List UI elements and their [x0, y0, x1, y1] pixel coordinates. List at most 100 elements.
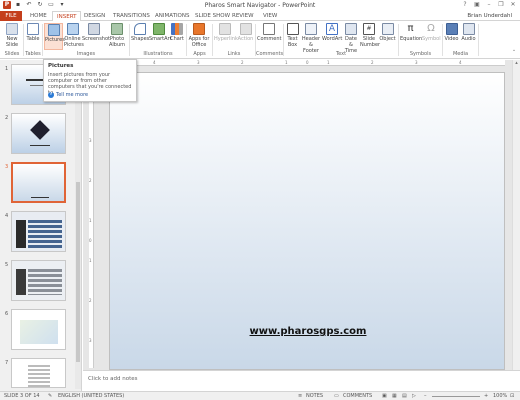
- collapse-ribbon-icon[interactable]: ˄: [511, 50, 517, 56]
- tell-me-more-link[interactable]: ? Tell me more: [48, 92, 88, 98]
- normal-view-icon[interactable]: ▣: [382, 393, 387, 399]
- slide-url-text[interactable]: www.pharosgps.com: [110, 326, 506, 337]
- comments-toggle-icon[interactable]: ▭: [334, 393, 339, 399]
- editor-vertical-scrollbar[interactable]: ▴: [512, 60, 520, 370]
- thumbnail-list-rows: [28, 269, 62, 295]
- restore-icon[interactable]: ❐: [496, 0, 506, 9]
- comments-toggle[interactable]: COMMENTS: [343, 393, 372, 399]
- new-slide-button[interactable]: New Slide: [3, 23, 21, 48]
- screenshot-button[interactable]: Screenshot: [82, 23, 110, 42]
- tab-review[interactable]: REVIEW: [228, 11, 258, 21]
- notes-pane[interactable]: Click to add notes: [83, 370, 520, 390]
- slide-sorter-icon[interactable]: ▦: [392, 393, 397, 399]
- smartart-button[interactable]: SmartArt: [149, 23, 172, 42]
- thumbnail-scroll-thumb[interactable]: [76, 182, 80, 362]
- hyperlink-button[interactable]: Hyperlink: [214, 23, 238, 42]
- horizontal-ruler: 4 3 2 1 0 1 2 3 4: [109, 60, 505, 66]
- date-time-button[interactable]: Date & Time: [343, 23, 359, 54]
- reading-view-icon[interactable]: ▤: [402, 393, 407, 399]
- scroll-up-icon[interactable]: ▴: [513, 60, 520, 66]
- notes-toggle-icon[interactable]: ≡: [298, 393, 302, 399]
- tab-transitions[interactable]: TRANSITIONS: [109, 11, 154, 21]
- chart-button[interactable]: Chart: [170, 23, 184, 42]
- slide-number-button[interactable]: # Slide Number: [360, 23, 380, 48]
- tab-file[interactable]: FILE: [0, 11, 22, 21]
- ruler-tick: 2: [89, 178, 92, 183]
- spellcheck-icon[interactable]: ✎: [48, 393, 52, 399]
- online-pictures-icon: [66, 23, 79, 35]
- ruler-tick: 2: [371, 60, 374, 65]
- notes-placeholder[interactable]: Click to add notes: [88, 376, 137, 382]
- slide-show-view-icon[interactable]: ▷: [412, 393, 416, 399]
- table-button[interactable]: Table: [25, 23, 41, 42]
- slide-thumbnail[interactable]: [11, 358, 66, 388]
- zoom-out-icon[interactable]: –: [424, 393, 427, 399]
- ruler-tick: 2: [89, 298, 92, 303]
- slide-thumbnail[interactable]: [11, 211, 66, 252]
- current-slide[interactable]: www.pharosgps.com: [109, 72, 505, 370]
- tab-animations[interactable]: ANIMATIONS: [151, 11, 194, 21]
- zoom-slider[interactable]: [432, 396, 480, 397]
- slide-thumbnail[interactable]: [11, 309, 66, 350]
- slide-thumbnail[interactable]: [11, 113, 66, 154]
- online-pictures-button[interactable]: Online Pictures: [64, 23, 84, 48]
- ribbon-separator: [42, 24, 43, 56]
- group-label-illustrations: Illustrations: [143, 51, 173, 57]
- tooltip-title: Pictures: [48, 63, 74, 69]
- group-label-images: Images: [76, 51, 96, 57]
- slide-thumbnail-selected[interactable]: [11, 162, 66, 203]
- table-icon: [27, 23, 39, 35]
- wordart-button[interactable]: A WordArt: [322, 23, 342, 42]
- equation-icon: π: [407, 23, 414, 34]
- notes-toggle[interactable]: NOTES: [306, 393, 323, 399]
- zoom-level[interactable]: 100%: [493, 393, 507, 399]
- minimize-icon[interactable]: –: [484, 0, 494, 9]
- thumbnail-list-rows: [28, 220, 62, 248]
- comment-button[interactable]: Comment: [257, 23, 282, 42]
- ribbon-display-icon[interactable]: ▣: [472, 0, 482, 9]
- action-button[interactable]: Action: [237, 23, 254, 42]
- video-button[interactable]: Video: [444, 23, 459, 42]
- new-slide-icon: [6, 23, 18, 35]
- user-name[interactable]: Brian Underdahl: [467, 11, 512, 21]
- slide-number-icon: #: [363, 23, 375, 35]
- thumbnail-url-line: [31, 197, 49, 198]
- text-box-button[interactable]: Text Box: [285, 23, 300, 48]
- tab-view[interactable]: VIEW: [259, 11, 281, 21]
- slide-thumbnail[interactable]: [11, 260, 66, 301]
- apps-for-office-button[interactable]: Apps for Office: [188, 23, 210, 48]
- comment-icon: [263, 23, 275, 35]
- group-label-symbols: Symbols: [409, 51, 432, 57]
- thumbnail-number: 2: [5, 115, 9, 121]
- date-time-icon: [345, 23, 357, 35]
- group-label-apps: Apps: [193, 51, 206, 57]
- group-label-media: Media: [452, 51, 469, 57]
- symbol-button[interactable]: Ω Symbol: [422, 23, 441, 42]
- screenshot-icon: [88, 23, 100, 35]
- header-footer-button[interactable]: Header & Footer: [301, 23, 321, 54]
- zoom-in-icon[interactable]: +: [484, 393, 488, 399]
- ruler-tick: 4: [153, 60, 156, 65]
- shapes-button[interactable]: Shapes: [131, 23, 149, 42]
- photo-album-button[interactable]: Photo Album: [107, 23, 127, 48]
- thumbnail-scrollbar[interactable]: [75, 62, 81, 389]
- ribbon-separator: [478, 24, 479, 56]
- close-icon[interactable]: ✕: [508, 0, 518, 9]
- object-button[interactable]: Object: [379, 23, 396, 42]
- header-footer-icon: [305, 23, 317, 35]
- fit-slide-icon[interactable]: ⊡: [510, 393, 514, 399]
- pictures-button[interactable]: Pictures: [44, 23, 65, 50]
- tab-design[interactable]: DESIGN: [80, 11, 109, 21]
- thumbnail-device-image: [30, 120, 50, 140]
- chart-icon: [171, 23, 183, 35]
- help-icon[interactable]: ?: [460, 0, 470, 9]
- equation-button[interactable]: π Equation: [400, 23, 422, 42]
- tab-home[interactable]: HOME: [26, 11, 51, 21]
- ruler-tick: 1: [89, 218, 92, 223]
- ribbon-insert: New Slide Table Pictures Online Pictures…: [0, 21, 520, 59]
- pictures-tooltip: Pictures Insert pictures from your compu…: [43, 59, 137, 102]
- help-icon: ?: [48, 92, 54, 98]
- language-indicator[interactable]: ENGLISH (UNITED STATES): [58, 393, 124, 399]
- ruler-tick: 1: [89, 258, 92, 263]
- audio-button[interactable]: Audio: [461, 23, 476, 42]
